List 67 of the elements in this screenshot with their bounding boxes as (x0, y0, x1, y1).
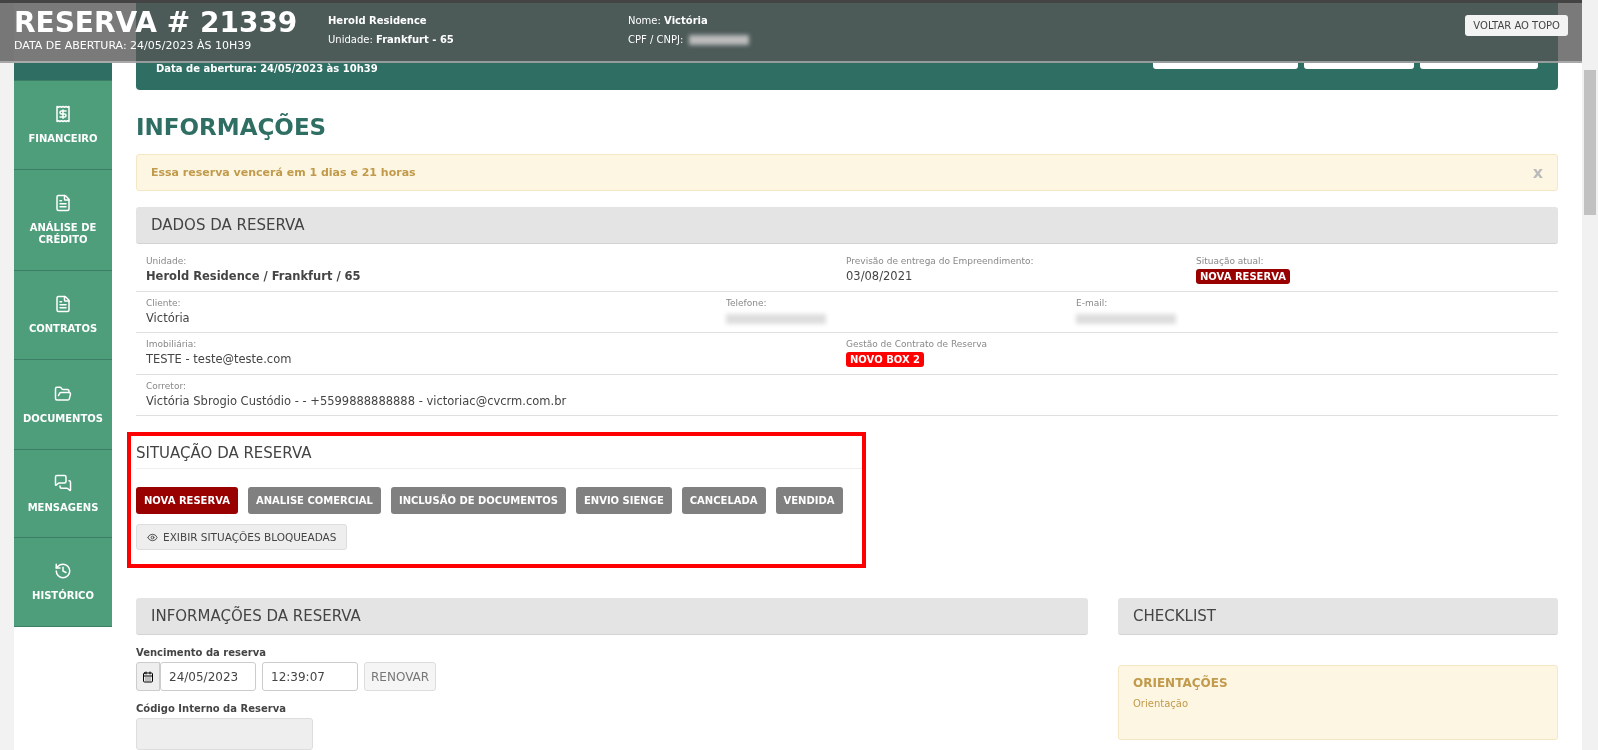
button-edge[interactable] (1420, 63, 1538, 69)
field-label: Imobiliária: (146, 339, 197, 349)
folder-icon (54, 384, 72, 403)
renew-button[interactable]: RENOVAR (364, 662, 437, 691)
scrollbar-thumb[interactable] (1584, 70, 1596, 215)
back-to-top-button[interactable]: VOLTAR AO TOPO (1465, 15, 1568, 36)
field-label: Telefone: (726, 298, 767, 308)
unit-info: Unidade: Frankfurt - 65 (328, 34, 455, 45)
status-button[interactable]: NOVA RESERVA (136, 487, 238, 514)
section-header: CHECKLIST (1118, 598, 1558, 635)
document-icon (54, 194, 72, 212)
field-value: Victória (146, 311, 190, 325)
section-title: SITUAÇÃO DA RESERVA (136, 438, 862, 469)
field-label: Unidade: (146, 256, 187, 266)
field-label: Corretor: (146, 381, 186, 391)
client-name: Nome: Victória (628, 15, 709, 26)
button-edge[interactable] (1304, 63, 1414, 69)
field-label: Cliente: (146, 298, 181, 308)
status-button[interactable]: VENDIDA (775, 487, 843, 514)
status-button[interactable]: ANALISE COMERCIAL (247, 487, 381, 514)
status-badge: NOVA RESERVA (1196, 269, 1290, 284)
show-blocked-button[interactable]: EXIBIR SITUAÇÕES BLOQUEADAS (136, 524, 348, 550)
sidebar-item[interactable]: DOCUMENTOS (14, 360, 112, 450)
receipt-icon (54, 105, 72, 123)
sticky-subtitle: DATA DE ABERTURA: 24/05/2023 ÀS 10H39 (14, 39, 252, 52)
scrollbar[interactable] (1582, 0, 1598, 750)
chat-icon (54, 473, 72, 492)
field-value: Victória Sbrogio Custódio - - +5599888888888 - victoriac@cvcrm.com.br (146, 394, 567, 408)
blurred-value (689, 34, 750, 45)
sidebar-item[interactable]: HISTÓRICO (14, 538, 112, 627)
section-header: DADOS DA RESERVA (136, 207, 1558, 244)
field-label: Vencimento da reserva (136, 647, 267, 658)
section-header: INFORMAÇÕES DA RESERVA (136, 598, 1088, 635)
field-label: Código Interno da Reserva (136, 703, 287, 714)
calendar-icon (142, 670, 154, 683)
enterprise-name: Herold Residence (328, 15, 428, 26)
guidance-title: ORIENTAÇÕES (1133, 676, 1229, 690)
field-value: 03/08/2021 (846, 269, 913, 283)
guidance-text: Orientação (1133, 698, 1190, 709)
page-heading: INFORMAÇÕES (136, 114, 328, 140)
alert-text: Essa reserva vencerá em 1 dias e 21 horas (151, 166, 416, 179)
eye-icon (147, 531, 158, 543)
sidebar-item[interactable]: CONTRATOS (14, 271, 112, 360)
time-input[interactable]: 12:39:07 (262, 662, 358, 691)
sidebar-item[interactable]: FINANCEIRO (14, 81, 112, 170)
field-label: Situação atual: (1196, 256, 1264, 266)
field-label: Previsão de entrega do Empreendimento: (846, 256, 1034, 266)
sidebar-item[interactable] (14, 63, 112, 81)
calendar-icon-addon[interactable] (136, 662, 160, 691)
field-value: TESTE - teste@teste.com (146, 352, 292, 366)
opening-date: Data de abertura: 24/05/2023 às 10h39 (156, 63, 378, 74)
sticky-title: RESERVA # 21339 (14, 9, 298, 37)
field-value: Herold Residence / Frankfurt / 65 (146, 269, 361, 283)
button-edge[interactable] (1153, 63, 1298, 69)
status-button[interactable]: INCLUSÃO DE DOCUMENTOS (390, 487, 566, 514)
document-icon (54, 295, 72, 313)
document-label: CPF / CNPJ: (628, 34, 684, 45)
input-field[interactable] (136, 718, 313, 750)
history-icon (54, 562, 72, 580)
field-label: E-mail: (1076, 298, 1108, 308)
status-button[interactable]: ENVIO SIENGE (575, 487, 672, 514)
status-button[interactable]: CANCELADA (681, 487, 766, 514)
field-label: Gestão de Contrato de Reserva (846, 339, 988, 349)
sidebar-item[interactable]: ANÁLISE DE CRÉDITO (14, 170, 112, 271)
status-badge: NOVO BOX 2 (846, 352, 925, 367)
date-input[interactable]: 24/05/2023 (160, 662, 256, 691)
sidebar-item[interactable]: MENSAGENS (14, 450, 112, 538)
